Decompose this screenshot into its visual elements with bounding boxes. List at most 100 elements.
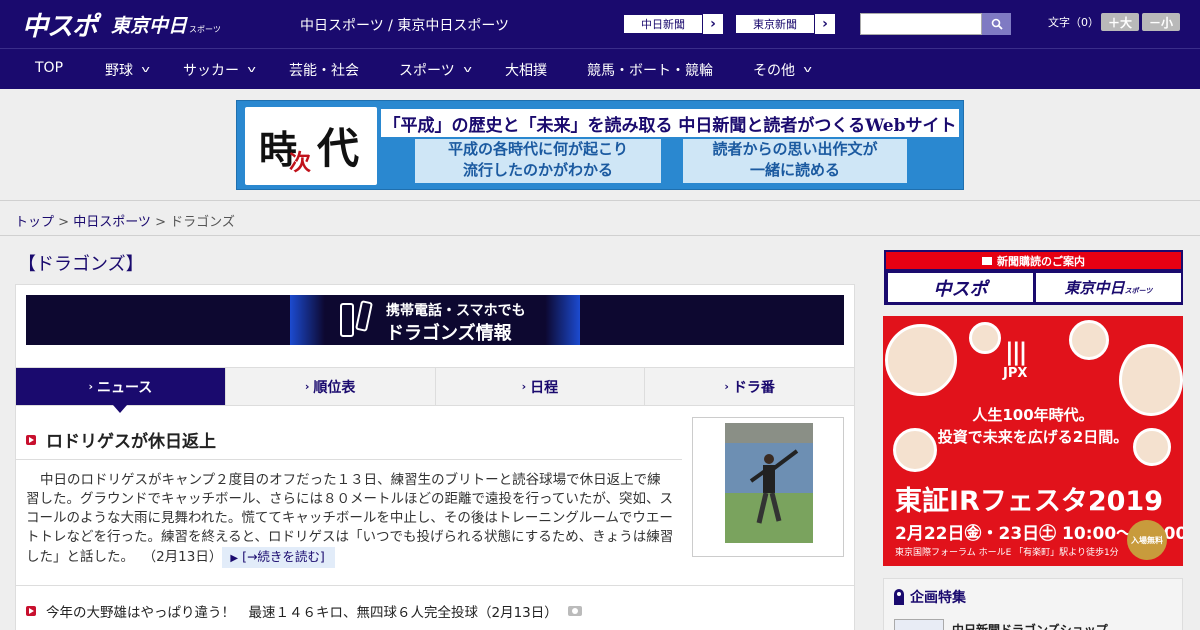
feature-thumbnail: [894, 619, 944, 630]
tokyo-shimbun-link[interactable]: 東京新聞 ›: [734, 13, 836, 35]
mobile-banner-line2: ドラゴンズ情報: [386, 323, 512, 344]
divider: [16, 459, 682, 460]
feature-box: 企画特集 中日新聞ドラゴンズショップ: [883, 578, 1183, 630]
chevron-down-icon: v: [803, 65, 812, 75]
ad-person-image: [885, 324, 957, 396]
logo-tokyo-chunichi: 東京中日: [111, 14, 188, 37]
pitcher-photo-graphic: [725, 423, 813, 543]
news-headline: 今年の大野雄はやっぱり違う！ 最速１４６キロ、無四球６人完全投球（2月13日）: [46, 605, 558, 621]
arrow-bullet-icon: [26, 606, 36, 616]
nav-item-other[interactable]: その他 v: [753, 60, 812, 80]
tab-label: ドラ番: [732, 379, 775, 396]
nav-item-sports[interactable]: スポーツ v: [399, 60, 472, 80]
list-item[interactable]: 今年の大野雄はやっぱり違う！ 最速１４６キロ、無四球６人完全投球（2月13日）: [26, 601, 582, 621]
newspaper-icon: [982, 256, 992, 265]
tab-news[interactable]: › ニュース: [16, 368, 226, 413]
tab-label: 日程: [530, 379, 559, 396]
subscription-box: 新聞購読のご案内 中スポ 東京中日 スポーツ: [884, 250, 1183, 305]
search-button[interactable]: [982, 13, 1011, 35]
read-more-label: [→続きを読む]: [242, 549, 325, 564]
chunichi-shimbun-link[interactable]: 中日新聞 ›: [622, 13, 724, 35]
ad-person-image: [1069, 320, 1109, 360]
logo-chuspo: 中スポ: [22, 11, 98, 42]
mobile-banner-line1: 携帯電話・スマホでも: [386, 303, 526, 319]
font-smaller-button[interactable]: －小: [1142, 13, 1180, 31]
arrow-bullet-icon: [26, 434, 36, 445]
article-text: 中日のロドリゲスがキャンプ２度目のオフだった１３日、練習生のブリトーと読谷球場で…: [26, 472, 674, 565]
chevron-down-icon: v: [463, 65, 472, 75]
page-title: 【ドラゴンズ】: [18, 254, 144, 275]
chevron-right-icon: ›: [304, 380, 310, 393]
camera-icon: [567, 606, 582, 616]
content-tabs: › ニュース › 順位表 › 日程 › ドラ番: [16, 367, 854, 413]
site-logo[interactable]: 中スポ 東京中日 スポーツ: [22, 8, 221, 42]
mobile-phone-icon: [355, 300, 373, 332]
nav-item-soccer[interactable]: サッカー v: [183, 60, 256, 80]
chevron-right-icon: ›: [724, 380, 729, 393]
ad-tagline-1: 人生100年時代。: [972, 406, 1094, 424]
subscribe-tokyo-label: 東京中日: [1064, 279, 1125, 297]
font-size-label: 文字（0）: [1048, 16, 1099, 29]
banner-left-line2: 流行したのかがわかる: [462, 161, 613, 179]
ad-person-image: [969, 322, 1001, 354]
nav-item-label: スポーツ: [399, 63, 455, 79]
tab-label: 順位表: [313, 379, 356, 396]
jidai-logo: 時 次 代: [245, 107, 377, 185]
feature-item[interactable]: 中日新聞ドラゴンズショップ: [894, 619, 1108, 630]
nav-item-label: その他: [753, 63, 795, 79]
chevron-right-icon: ›: [815, 14, 835, 34]
breadcrumb-chunichi-sports[interactable]: 中日スポーツ: [73, 215, 151, 230]
nav-item-top[interactable]: TOP: [35, 60, 63, 76]
chevron-down-icon: v: [141, 65, 150, 75]
nav-item-label: 芸能・社会: [289, 63, 359, 79]
banner-feature-left: 平成の各時代に何が起こり 流行したのかがわかる: [415, 139, 661, 183]
tab-schedule[interactable]: › 日程: [435, 368, 646, 405]
mobile-dragons-banner[interactable]: 携帯電話・スマホでも ドラゴンズ情報: [26, 295, 844, 345]
banner-headline: 「平成」の歴史と「未来」を読み取る 中日新聞と読者がつくるWebサイト: [381, 109, 959, 137]
chunichi-shimbun-label: 中日新聞: [623, 14, 703, 34]
nav-item-label: 野球: [105, 63, 133, 79]
jpx-mark-icon: |||: [1005, 338, 1027, 366]
site-title: 中日スポーツ / 東京中日スポーツ: [300, 18, 510, 34]
chevron-down-icon: v: [247, 65, 256, 75]
nav-item-label: サッカー: [183, 63, 239, 79]
subscribe-chuspo-button[interactable]: 中スポ: [888, 273, 1033, 302]
play-arrow-icon: ▶: [230, 553, 239, 564]
jidai-promo-banner[interactable]: 時 次 代 「平成」の歴史と「未来」を読み取る 中日新聞と読者がつくるWebサイ…: [236, 100, 964, 190]
nav-item-racing[interactable]: 競馬・ボート・競輪: [587, 60, 713, 80]
nav-item-sumo[interactable]: 大相撲: [505, 60, 547, 80]
banner-right-line1: 読者からの思い出作文が: [712, 140, 878, 158]
banner-left-line1: 平成の各時代に何が起こり: [447, 140, 628, 158]
jpx-brand: JPX: [1003, 366, 1028, 381]
article-photo: [725, 423, 813, 543]
subscription-text: 新聞購読のご案内: [997, 254, 1085, 268]
tab-standings[interactable]: › 順位表: [225, 368, 436, 405]
chevron-right-icon: ›: [703, 14, 723, 34]
jidai-kanji-tsugi: 次: [289, 150, 312, 176]
subscribe-tokyo-sub: スポーツ: [1124, 286, 1153, 295]
font-larger-button[interactable]: ＋大: [1101, 13, 1139, 31]
article-photo-frame[interactable]: [692, 417, 844, 557]
nav-item-baseball[interactable]: 野球 v: [105, 60, 150, 80]
article-header: ロドリゲスが休日返上: [26, 427, 216, 452]
breadcrumb-home[interactable]: トップ: [15, 215, 54, 230]
ribbon-icon: [894, 589, 904, 605]
article-title[interactable]: ロドリゲスが休日返上: [46, 427, 216, 452]
divider: [16, 585, 854, 586]
tab-doraban[interactable]: › ドラ番: [645, 368, 854, 405]
ir-festa-ad[interactable]: ||| JPX 人生100年時代。 投資で未来を広げる2日間。 東証IRフェスタ…: [883, 316, 1183, 566]
banner-right-line2: 一緒に読める: [749, 161, 840, 179]
ad-tagline-2: 投資で未来を広げる2日間。: [937, 428, 1129, 446]
search-input[interactable]: [860, 13, 982, 35]
feature-title: 企画特集: [910, 590, 966, 606]
ad-venue: 東京国際フォーラム ホールE 「有楽町」駅より徒歩1分: [895, 548, 1119, 558]
feature-item-label: 中日新聞ドラゴンズショップ: [952, 622, 1108, 630]
subscribe-tokyo-button[interactable]: 東京中日 スポーツ: [1036, 273, 1181, 302]
nav-item-entertainment[interactable]: 芸能・社会: [289, 60, 359, 80]
subscription-label: 新聞購読のご案内: [886, 252, 1181, 269]
read-more-link[interactable]: ▶ [→続きを読む]: [222, 547, 335, 568]
mobile-banner-inner: 携帯電話・スマホでも ドラゴンズ情報: [290, 295, 580, 345]
top-header: 中スポ 東京中日 スポーツ 中日スポーツ / 東京中日スポーツ 中日新聞 › 東…: [0, 0, 1200, 48]
search-icon: [991, 18, 1003, 30]
ad-title: 東証IRフェスタ2019: [895, 486, 1163, 517]
